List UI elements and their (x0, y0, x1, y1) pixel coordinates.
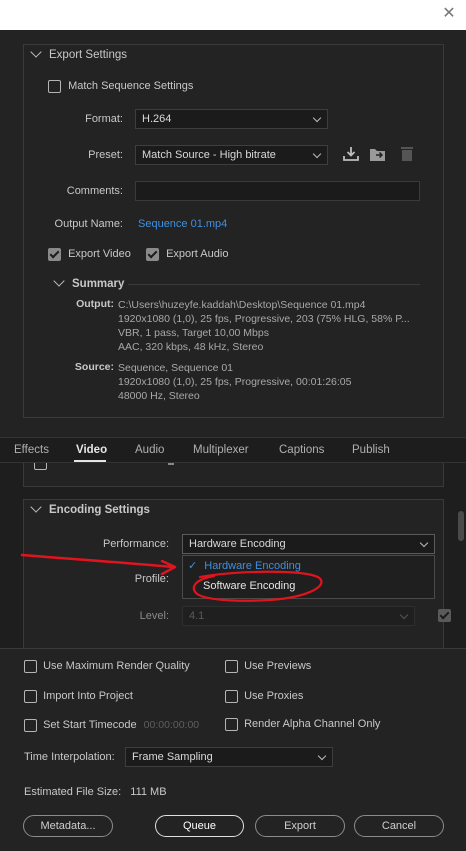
summary-header[interactable]: Summary (53, 275, 125, 290)
settings-tabs: Effects Video Audio Multiplexer Captions… (0, 437, 466, 463)
max-render-quality-label: Use Maximum Render Quality (43, 660, 190, 673)
export-audio-label: Export Audio (166, 248, 229, 261)
export-video-label: Export Video (68, 248, 131, 261)
use-previews-checkbox[interactable] (225, 660, 238, 673)
summary-output-line: C:\Users\huzeyfe.kaddah\Desktop\Sequence… (118, 299, 366, 311)
import-into-project-label: Import Into Project (43, 690, 133, 703)
video-settings-scroll-area: Encoding Settings Performance: Hardware … (0, 463, 466, 648)
render-alpha-checkbox[interactable] (225, 718, 238, 731)
import-into-project-checkbox[interactable] (24, 690, 37, 703)
comments-label: Comments: (66, 185, 123, 197)
use-proxies-label: Use Proxies (244, 690, 304, 703)
export-video-checkbox[interactable] (48, 248, 61, 261)
export-audio-checkbox[interactable] (146, 248, 159, 261)
red-annotation (20, 553, 323, 602)
set-start-timecode-row[interactable]: Set Start Timecode 00:00:00:00 (24, 719, 199, 732)
render-alpha-row[interactable]: Render Alpha Channel Only (225, 718, 380, 731)
summary-source-lines: Sequence, Sequence 01 1920x1080 (1,0), 2… (118, 361, 418, 403)
summary-output-lines: C:\Users\huzeyfe.kaddah\Desktop\Sequence… (118, 298, 418, 354)
use-previews-row[interactable]: Use Previews (225, 660, 311, 673)
match-sequence-checkbox-row[interactable]: Match Sequence Settings (48, 80, 193, 93)
chevron-down-icon (30, 46, 42, 58)
chevron-down-icon (312, 149, 322, 159)
tab-publish[interactable]: Publish (352, 444, 390, 456)
preset-dropdown[interactable]: Match Source - High bitrate (135, 145, 328, 165)
export-settings-header[interactable]: Export Settings (30, 46, 127, 61)
tab-video[interactable]: Video (76, 444, 107, 456)
time-interpolation-dropdown[interactable]: Frame Sampling (125, 747, 333, 767)
export-video-checkbox-row[interactable]: Export Video (48, 248, 131, 261)
chevron-down-icon (312, 113, 322, 123)
export-settings-title: Export Settings (49, 49, 127, 61)
preset-value: Match Source - High bitrate (142, 149, 276, 161)
summary-source-line: 48000 Hz, Stereo (118, 390, 200, 402)
chevron-down-icon (53, 275, 65, 287)
format-label: Format: (85, 113, 123, 125)
format-value: H.264 (142, 113, 172, 125)
match-sequence-checkbox[interactable] (48, 80, 61, 93)
summary-source-key: Source: (74, 361, 114, 373)
summary-source-line: Sequence, Sequence 01 (118, 362, 234, 374)
time-interpolation-value: Frame Sampling (132, 751, 213, 763)
summary-output-line: 1920x1080 (1,0), 25 fps, Progressive, 20… (118, 313, 410, 325)
queue-button[interactable]: Queue (155, 815, 244, 837)
delete-preset-icon[interactable] (398, 146, 416, 162)
title-bar (0, 0, 466, 30)
estimated-file-size: Estimated File Size: 111 MB (24, 786, 167, 798)
import-into-project-row[interactable]: Import Into Project (24, 690, 133, 703)
output-name-link[interactable]: Sequence 01.mp4 (138, 218, 227, 230)
comments-field[interactable] (135, 181, 420, 201)
format-dropdown[interactable]: H.264 (135, 109, 328, 129)
preset-label: Preset: (88, 149, 123, 161)
file-size-value: 111 MB (130, 786, 167, 798)
summary-source-line: 1920x1080 (1,0), 25 fps, Progressive, 00… (118, 376, 352, 388)
summary-output-line: AAC, 320 kbps, 48 kHz, Stereo (118, 341, 264, 353)
active-tab-indicator (74, 460, 106, 462)
export-audio-checkbox-row[interactable]: Export Audio (146, 248, 228, 261)
set-start-timecode-checkbox[interactable] (24, 719, 37, 732)
tab-multiplexer[interactable]: Multiplexer (193, 444, 249, 456)
use-previews-label: Use Previews (244, 660, 312, 673)
metadata-button[interactable]: Metadata... (23, 815, 113, 837)
set-start-timecode-label: Set Start Timecode (43, 719, 137, 732)
time-interpolation-label: Time Interpolation: (24, 751, 115, 763)
start-timecode-value: 00:00:00:00 (143, 719, 200, 732)
summary-title: Summary (72, 278, 125, 290)
match-sequence-label: Match Sequence Settings (68, 80, 194, 93)
bottom-divider (0, 648, 466, 649)
summary-output-line: VBR, 1 pass, Target 10,00 Mbps (118, 327, 269, 339)
summary-divider (128, 284, 420, 285)
file-size-label: Estimated File Size: (24, 786, 122, 798)
save-preset-icon[interactable] (342, 146, 360, 162)
use-proxies-checkbox[interactable] (225, 690, 238, 703)
render-alpha-label: Render Alpha Channel Only (244, 718, 381, 731)
import-preset-icon[interactable] (369, 146, 387, 162)
tab-captions[interactable]: Captions (279, 444, 324, 456)
max-render-quality-checkbox[interactable] (24, 660, 37, 673)
output-name-label: Output Name: (54, 218, 123, 230)
tab-effects[interactable]: Effects (14, 444, 49, 456)
tab-audio[interactable]: Audio (135, 444, 164, 456)
max-render-quality-row[interactable]: Use Maximum Render Quality (24, 660, 190, 673)
chevron-down-icon (317, 751, 327, 761)
summary-output-key: Output: (76, 298, 114, 310)
export-button[interactable]: Export (255, 815, 345, 837)
close-icon[interactable]: ✕ (440, 5, 458, 23)
use-proxies-row[interactable]: Use Proxies (225, 690, 303, 703)
cancel-button[interactable]: Cancel (354, 815, 444, 837)
